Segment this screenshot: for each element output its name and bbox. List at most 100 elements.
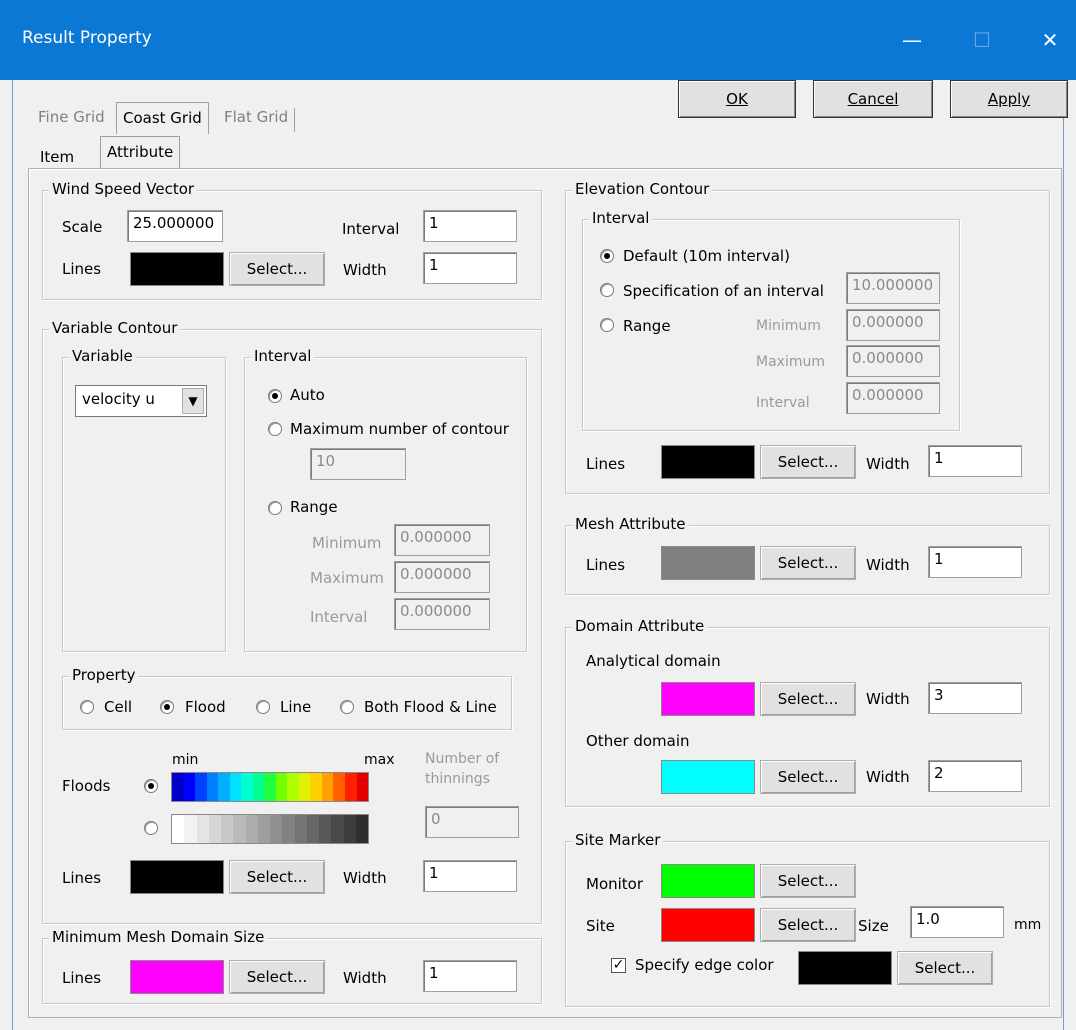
min-mesh-select-button[interactable]: Select... bbox=[229, 960, 325, 994]
thinnings-label-2: thinnings bbox=[425, 771, 490, 787]
grayscale-radio[interactable] bbox=[144, 821, 158, 835]
ok-label: OK bbox=[726, 90, 748, 108]
rainbow-color-step bbox=[172, 773, 184, 801]
rainbow-color-step bbox=[241, 773, 253, 801]
apply-label: Apply bbox=[987, 90, 1031, 108]
elevation-range-label: Range bbox=[623, 317, 671, 335]
line-radio[interactable] bbox=[256, 700, 270, 714]
chevron-down-icon[interactable]: ▼ bbox=[182, 388, 204, 414]
variable-select[interactable]: velocity u ▼ bbox=[75, 385, 207, 417]
flood-radio[interactable] bbox=[160, 700, 174, 714]
min-mesh-width-input[interactable]: 1 bbox=[423, 960, 517, 992]
spec-interval-label: Specification of an interval bbox=[623, 282, 824, 300]
title-bar[interactable]: Result Property — ☐ ✕ bbox=[0, 0, 1076, 80]
mesh-attribute-title: Mesh Attribute bbox=[572, 515, 689, 533]
grayscale-color-step bbox=[245, 815, 258, 843]
other-width-label: Width bbox=[866, 768, 910, 786]
scale-input[interactable]: 25.000000 bbox=[127, 210, 223, 242]
default-interval-radio[interactable] bbox=[600, 249, 614, 263]
thinnings-input[interactable]: 0 bbox=[425, 806, 519, 838]
variable-interval-label: Interval bbox=[310, 608, 368, 626]
rainbow-radio[interactable] bbox=[144, 779, 158, 793]
variable-width-input[interactable]: 1 bbox=[423, 860, 517, 892]
size-input[interactable]: 1.0 bbox=[910, 906, 1004, 938]
variable-lines-select-button[interactable]: Select... bbox=[229, 860, 325, 894]
max-contour-input[interactable]: 10 bbox=[310, 448, 406, 480]
analytical-select-button[interactable]: Select... bbox=[760, 682, 856, 716]
floods-label: Floods bbox=[62, 777, 111, 795]
variable-minimum-input[interactable]: 0.000000 bbox=[394, 524, 490, 556]
size-unit-label: mm bbox=[1014, 917, 1042, 933]
elevation-contour-title: Elevation Contour bbox=[572, 180, 713, 198]
tab-flat-grid[interactable]: Flat Grid bbox=[218, 108, 296, 132]
max-contour-radio[interactable] bbox=[268, 422, 282, 436]
rainbow-color-step bbox=[183, 773, 196, 801]
elevation-interval-input[interactable]: 0.000000 bbox=[846, 382, 940, 414]
site-marker-title: Site Marker bbox=[572, 831, 664, 849]
elevation-lines-select-button[interactable]: Select... bbox=[760, 445, 856, 479]
mesh-width-input[interactable]: 1 bbox=[928, 546, 1022, 578]
monitor-select-button[interactable]: Select... bbox=[760, 864, 856, 898]
scale-label: Scale bbox=[62, 218, 103, 236]
mesh-lines-select-button[interactable]: Select... bbox=[760, 546, 856, 580]
variable-minimum-label: Minimum bbox=[312, 534, 382, 552]
min-mesh-color-swatch bbox=[130, 960, 224, 994]
wind-interval-input[interactable]: 1 bbox=[423, 210, 517, 242]
elevation-width-label: Width bbox=[866, 455, 910, 473]
elevation-maximum-input[interactable]: 0.000000 bbox=[846, 345, 940, 377]
rainbow-color-step bbox=[229, 773, 242, 801]
grayscale-color-step bbox=[270, 815, 283, 843]
site-select-button[interactable]: Select... bbox=[760, 908, 856, 942]
edge-color-label: Specify edge color bbox=[635, 956, 774, 974]
rainbow-color-step bbox=[310, 773, 322, 801]
other-select-button[interactable]: Select... bbox=[760, 760, 856, 794]
grayscale-color-step bbox=[294, 815, 307, 843]
variable-lines-color-swatch bbox=[130, 860, 224, 894]
max-label: max bbox=[364, 752, 395, 768]
variable-interval-input[interactable]: 0.000000 bbox=[394, 598, 490, 630]
tab-item[interactable]: Item bbox=[34, 146, 80, 170]
grayscale-gradient bbox=[171, 814, 369, 844]
edge-color-checkbox[interactable]: ✓ bbox=[611, 958, 626, 973]
mesh-lines-color-swatch bbox=[661, 546, 755, 580]
property-group-title: Property bbox=[69, 666, 139, 684]
elevation-width-input[interactable]: 1 bbox=[928, 445, 1022, 477]
rainbow-color-step bbox=[264, 773, 276, 801]
apply-button[interactable]: Apply bbox=[950, 80, 1068, 118]
site-color-swatch bbox=[661, 908, 755, 942]
edge-select-button[interactable]: Select... bbox=[897, 951, 993, 985]
spec-interval-input[interactable]: 10.000000 bbox=[846, 272, 940, 304]
spec-interval-radio[interactable] bbox=[600, 283, 614, 297]
auto-label: Auto bbox=[290, 386, 325, 404]
rainbow-color-step bbox=[195, 773, 207, 801]
both-radio[interactable] bbox=[340, 700, 354, 714]
tab-coast-grid[interactable]: Coast Grid bbox=[116, 102, 209, 134]
rainbow-color-step bbox=[218, 773, 230, 801]
minimize-icon[interactable]: — bbox=[892, 22, 932, 58]
variable-range-radio[interactable] bbox=[268, 501, 282, 515]
variable-maximum-input[interactable]: 0.000000 bbox=[394, 561, 490, 593]
cell-radio[interactable] bbox=[80, 700, 94, 714]
variable-lines-label: Lines bbox=[62, 869, 102, 887]
variable-group-title: Variable bbox=[69, 347, 136, 365]
default-interval-label: Default (10m interval) bbox=[623, 247, 790, 265]
tab-fine-grid[interactable]: Fine Grid bbox=[32, 108, 111, 132]
cancel-button[interactable]: Cancel bbox=[813, 80, 933, 118]
auto-radio[interactable] bbox=[268, 389, 282, 403]
grayscale-color-step bbox=[172, 815, 185, 843]
elevation-minimum-input[interactable]: 0.000000 bbox=[846, 309, 940, 341]
ok-button[interactable]: OK bbox=[678, 80, 796, 118]
rainbow-color-step bbox=[252, 773, 265, 801]
wind-width-input[interactable]: 1 bbox=[423, 252, 517, 284]
elevation-lines-color-swatch bbox=[661, 445, 755, 479]
grayscale-color-step bbox=[208, 815, 221, 843]
grayscale-color-step bbox=[196, 815, 209, 843]
tab-attribute[interactable]: Attribute bbox=[100, 136, 181, 170]
cancel-label: Cancel bbox=[847, 90, 899, 108]
elevation-range-radio[interactable] bbox=[600, 318, 614, 332]
wind-lines-select-button[interactable]: Select... bbox=[229, 252, 325, 286]
analytical-width-input[interactable]: 3 bbox=[928, 682, 1022, 714]
rainbow-color-step bbox=[287, 773, 299, 801]
close-icon[interactable]: ✕ bbox=[1030, 22, 1070, 58]
other-width-input[interactable]: 2 bbox=[928, 760, 1022, 792]
